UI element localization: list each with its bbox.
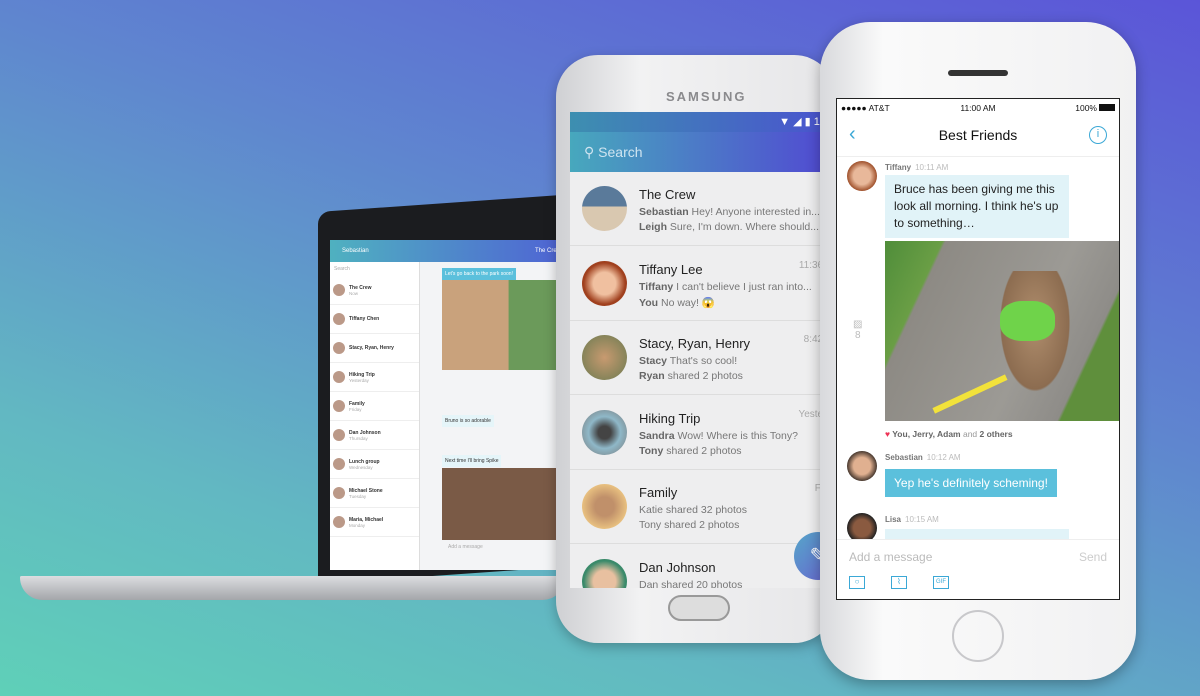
conversation-title: Best Friends xyxy=(938,127,1018,143)
android-phone: SAMSUNG ▼ ◢ ▮ 12 ⚲ Search The Crew No Se… xyxy=(556,55,836,643)
speaker xyxy=(948,70,1008,76)
laptop-message: Bruno is so adorable xyxy=(442,415,494,427)
laptop-base xyxy=(20,576,565,600)
avatar xyxy=(333,458,345,470)
conversation-item[interactable]: Dan Johnson Dan shared 20 photos xyxy=(570,545,832,588)
camera-icon[interactable]: ○ xyxy=(849,576,865,589)
iphone: ●●●●● AT&T 11:00 AM 100% ‹ Best Friends … xyxy=(820,22,1136,680)
send-button[interactable]: Send xyxy=(1079,550,1107,564)
sender: Tiffany 10:11 AM xyxy=(885,163,949,172)
avatar xyxy=(847,161,877,191)
laptop-conversation[interactable]: Hiking Trip Yesterday xyxy=(330,363,419,392)
laptop-conversation[interactable]: Tiffany Chen xyxy=(330,305,419,334)
photo-count[interactable]: ▨ 8 xyxy=(853,319,862,341)
laptop-user: Sebastian xyxy=(342,248,369,254)
status-bar: ●●●●● AT&T 11:00 AM 100% xyxy=(837,99,1119,117)
samsung-logo: SAMSUNG xyxy=(666,89,747,104)
laptop-dog-photo xyxy=(442,468,562,540)
avatar xyxy=(333,371,345,383)
info-icon[interactable]: i xyxy=(1089,126,1107,144)
gif-icon[interactable]: GIF xyxy=(933,576,949,589)
laptop-conversation[interactable]: Lunch group Wednesday xyxy=(330,450,419,479)
laptop-conversation[interactable]: Dan Johnson Thursday xyxy=(330,421,419,450)
conversation-item[interactable]: Tiffany Lee 11:36 A Tiffany I can't beli… xyxy=(570,247,832,321)
laptop-conversation-list: Search The Crew Now Tiffany Chen Stacy, Rya… xyxy=(330,262,420,570)
dog-photo[interactable] xyxy=(885,241,1119,421)
avatar xyxy=(582,335,627,380)
avatar xyxy=(582,260,627,306)
message-bubble: Yep he's definitely scheming! xyxy=(885,469,1057,497)
home-button[interactable] xyxy=(952,610,1004,662)
search-input[interactable]: Search xyxy=(598,144,642,160)
avatar xyxy=(333,429,345,441)
android-screen: ▼ ◢ ▮ 12 ⚲ Search The Crew No Sebastian … xyxy=(570,112,832,588)
message-input[interactable]: Add a message xyxy=(849,550,932,564)
avatar xyxy=(333,400,345,412)
avatar xyxy=(582,409,627,455)
laptop-photos xyxy=(442,280,562,370)
avatar xyxy=(333,313,345,325)
avatar xyxy=(333,284,345,296)
message-bubble xyxy=(885,529,1069,539)
message-bubble: Bruce has been giving me this look all m… xyxy=(885,175,1069,238)
composer: Add a message Send ○ ⌇ GIF xyxy=(837,539,1119,599)
laptop-message: Let's go back to the park soon! xyxy=(442,268,516,280)
laptop-header: Sebastian The Crew xyxy=(330,240,565,262)
gallery-icon[interactable]: ⌇ xyxy=(891,576,907,589)
likes[interactable]: ♥ You, Jerry, Adam and 2 others xyxy=(885,429,1013,439)
heart-icon: ♥ xyxy=(885,429,891,439)
search-bar[interactable]: ⚲ Search xyxy=(570,132,832,172)
nav-bar: ‹ Best Friends i xyxy=(837,117,1119,157)
search-icon: ⚲ xyxy=(584,144,595,160)
harness xyxy=(1000,301,1055,341)
sender: Lisa 10:15 AM xyxy=(885,515,939,524)
home-button[interactable] xyxy=(668,595,730,621)
laptop-conversation[interactable]: Michael Stone Tuesday xyxy=(330,479,419,508)
avatar xyxy=(333,342,345,354)
avatar xyxy=(582,558,627,588)
laptop-message-input[interactable]: Add a message xyxy=(448,544,483,550)
conversation-item[interactable]: Family Frid Katie shared 32 photos Tony … xyxy=(570,470,832,544)
laptop-screen: Sebastian The Crew Search The Crew Now Tif… xyxy=(330,240,565,570)
conversation-item[interactable]: Hiking Trip Yesterd Sandra Wow! Where is… xyxy=(570,396,832,470)
iphone-screen: ●●●●● AT&T 11:00 AM 100% ‹ Best Friends … xyxy=(836,98,1120,600)
avatar xyxy=(582,484,627,529)
laptop-message: Next time I'll bring Spike xyxy=(442,455,502,467)
battery-level: 100% xyxy=(1075,103,1097,113)
laptop-conversation[interactable]: Stacy, Ryan, Henry xyxy=(330,334,419,363)
conversation-item[interactable]: Stacy, Ryan, Henry 8:42 A Stacy That's s… xyxy=(570,321,832,395)
laptop-conversation[interactable]: Family Friday xyxy=(330,392,419,421)
status-bar: ▼ ◢ ▮ 12 xyxy=(570,112,832,132)
avatar xyxy=(847,451,877,481)
avatar xyxy=(333,487,345,499)
laptop-conversation[interactable]: Maria, Michael Monday xyxy=(330,508,419,537)
sender: Sebastian 10:12 AM xyxy=(885,453,961,462)
image-icon: ▨ xyxy=(853,319,863,330)
avatar xyxy=(582,186,627,231)
laptop-conversation[interactable]: The Crew Now xyxy=(330,276,419,305)
avatar xyxy=(333,516,345,528)
battery-icon xyxy=(1099,104,1115,111)
laptop-search[interactable]: Search xyxy=(330,262,419,276)
conversation-item[interactable]: The Crew No Sebastian Hey! Anyone intere… xyxy=(570,172,832,246)
